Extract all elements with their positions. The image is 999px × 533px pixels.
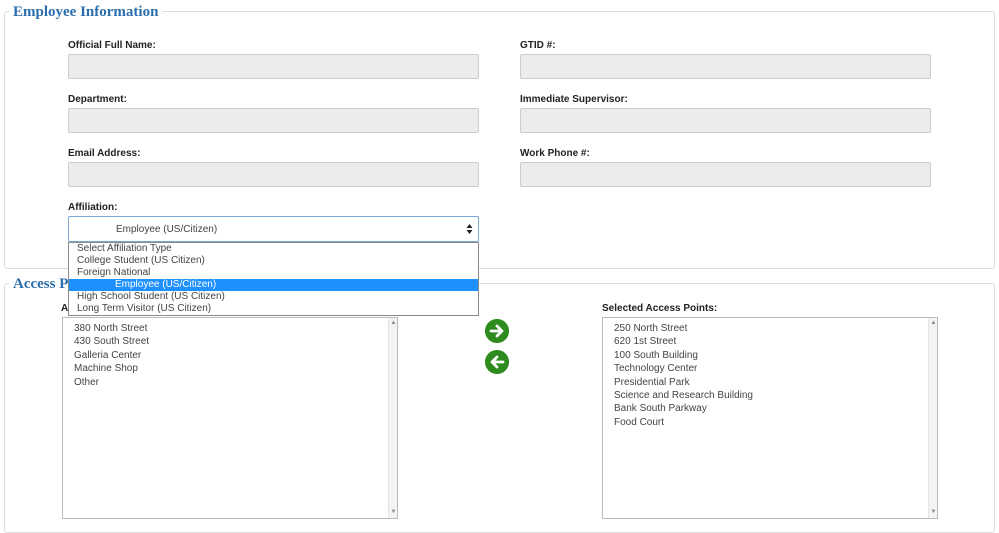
work-phone-input[interactable] xyxy=(520,162,931,187)
affiliation-option[interactable]: High School Student (US Citizen) xyxy=(69,291,478,303)
list-item[interactable]: 620 1st Street xyxy=(614,335,753,348)
full-name-label: Official Full Name: xyxy=(68,40,156,51)
affiliation-selected-value: Employee (US/Citizen) xyxy=(116,224,218,235)
affiliation-option[interactable]: Long Term Visitor (US Citizen) xyxy=(69,303,478,315)
gtid-label: GTID #: xyxy=(520,40,556,51)
email-input[interactable] xyxy=(68,162,479,187)
select-updown-icon xyxy=(466,224,473,234)
department-input[interactable] xyxy=(68,108,479,133)
supervisor-label: Immediate Supervisor: xyxy=(520,94,628,105)
gtid-input[interactable] xyxy=(520,54,931,79)
employee-info-legend: Employee Information xyxy=(9,3,163,21)
selected-scrollbar[interactable]: ▲ ▼ xyxy=(928,318,937,518)
list-item[interactable]: 380 North Street xyxy=(74,322,149,335)
selected-items: 250 North Street 620 1st Street 100 South … xyxy=(614,322,753,429)
supervisor-input[interactable] xyxy=(520,108,931,133)
add-access-point-button[interactable] xyxy=(485,319,509,343)
affiliation-option[interactable]: Employee (US/Citizen) xyxy=(69,279,478,291)
affiliation-dropdown-list[interactable]: Select Affiliation Type College Student (… xyxy=(68,242,479,316)
list-item[interactable]: Science and Research Building xyxy=(614,389,753,402)
available-scrollbar[interactable]: ▲ ▼ xyxy=(388,318,397,518)
list-item[interactable]: Other xyxy=(74,376,149,389)
scroll-up-icon[interactable]: ▲ xyxy=(930,320,937,327)
selected-access-points-list[interactable]: 250 North Street 620 1st Street 100 South … xyxy=(602,317,938,519)
selected-access-points-label: Selected Access Points: xyxy=(602,303,718,314)
access-points-legend: Access P xyxy=(9,275,73,293)
remove-access-point-button[interactable] xyxy=(485,350,509,374)
affiliation-option[interactable]: College Student (US Citizen) xyxy=(69,255,478,267)
scroll-down-icon[interactable]: ▼ xyxy=(930,509,937,516)
list-item[interactable]: Technology Center xyxy=(614,362,753,375)
list-item[interactable]: 430 South Street xyxy=(74,335,149,348)
affiliation-option[interactable]: Foreign National xyxy=(69,267,478,279)
list-item[interactable]: Food Court xyxy=(614,416,753,429)
list-item[interactable]: Presidential Park xyxy=(614,376,753,389)
affiliation-label: Affiliation: xyxy=(68,202,118,213)
list-item[interactable]: Bank South Parkway xyxy=(614,402,753,415)
email-label: Email Address: xyxy=(68,148,141,159)
list-item[interactable]: 100 South Building xyxy=(614,349,753,362)
full-name-input[interactable] xyxy=(68,54,479,79)
work-phone-label: Work Phone #: xyxy=(520,148,590,159)
affiliation-select[interactable]: Employee (US/Citizen) xyxy=(68,216,479,242)
scroll-down-icon[interactable]: ▼ xyxy=(390,509,397,516)
affiliation-option[interactable]: Select Affiliation Type xyxy=(69,243,478,255)
available-items: 380 North Street 430 South Street Galleria… xyxy=(74,322,149,389)
available-access-points-list[interactable]: 380 North Street 430 South Street Galleria… xyxy=(62,317,398,519)
scroll-up-icon[interactable]: ▲ xyxy=(390,320,397,327)
list-item[interactable]: 250 North Street xyxy=(614,322,753,335)
list-item[interactable]: Machine Shop xyxy=(74,362,149,375)
department-label: Department: xyxy=(68,94,127,105)
list-item[interactable]: Galleria Center xyxy=(74,349,149,362)
